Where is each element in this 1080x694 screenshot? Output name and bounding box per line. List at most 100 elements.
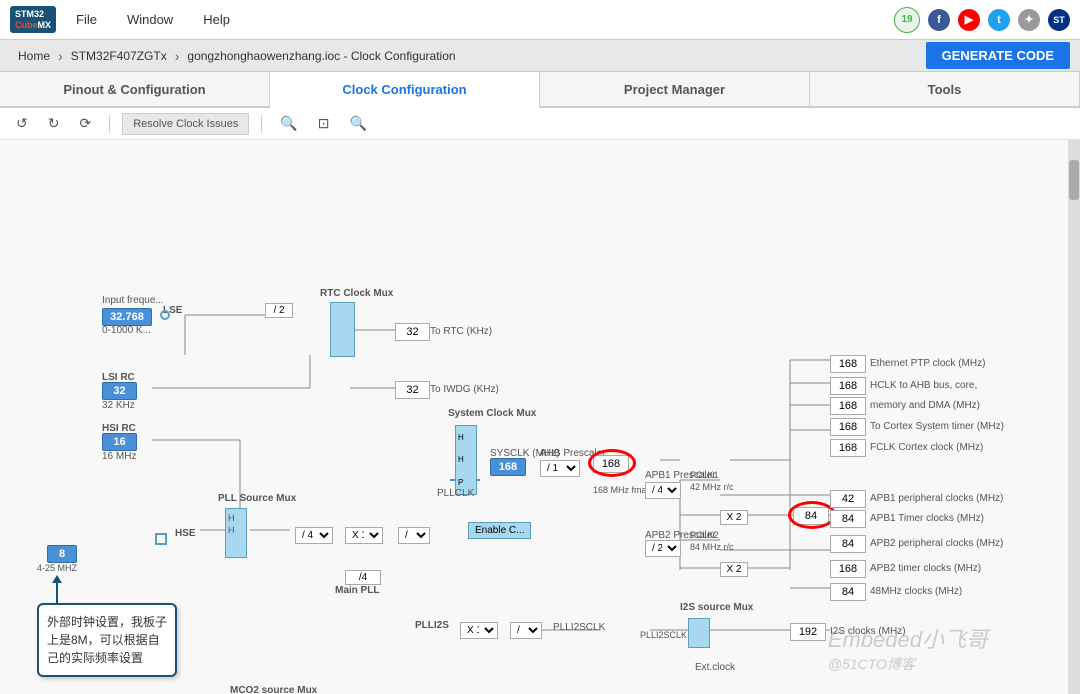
pclk1-label: PCLK1	[690, 470, 719, 480]
hsi-rc-value[interactable]: 16	[102, 433, 137, 451]
twitter-icon[interactable]: t	[988, 9, 1010, 31]
refresh-button[interactable]: ⟳	[73, 113, 97, 134]
apb1-x2: X 2	[720, 510, 748, 525]
i2s-source-mux-label: I2S source Mux	[680, 602, 753, 613]
menu-bar: File Window Help	[76, 12, 894, 27]
breadcrumb-home[interactable]: Home	[10, 49, 58, 63]
apb1-timer-label: APB1 Timer clocks (MHz)	[870, 513, 984, 524]
apb1-div-select[interactable]: / 4	[645, 482, 681, 499]
zoom-in-button[interactable]: 🔍	[274, 113, 303, 134]
pll-m-select[interactable]: / 4	[295, 527, 333, 544]
apb1-timer-red-circle	[788, 501, 836, 529]
enable-c-button[interactable]: Enable C...	[468, 522, 531, 539]
resolve-clock-button[interactable]: Resolve Clock Issues	[122, 113, 249, 135]
fit-button[interactable]: ⊡	[312, 113, 336, 134]
st-icon[interactable]: ST	[1048, 9, 1070, 31]
tab-tools[interactable]: Tools	[810, 72, 1080, 106]
fmax-label: 168 MHz fmax	[593, 485, 651, 495]
hclk-ahb2-label: memory and DMA (MHz)	[870, 400, 980, 411]
plli2s-label: PLLI2S	[415, 620, 449, 631]
input-freq-value[interactable]: 32.768	[102, 308, 152, 326]
rtc-mux-box[interactable]	[330, 302, 355, 357]
pll-option: P	[456, 478, 476, 487]
breadcrumb-file: gongzhonghaowenzhang.ioc - Clock Configu…	[179, 49, 463, 63]
breadcrumb-bar: Home › STM32F407ZGTx › gongzhonghaowenzh…	[0, 40, 1080, 72]
apb1-mhz-label: 42 MHz r/c	[690, 482, 734, 492]
scrollbar-thumb[interactable]	[1069, 160, 1079, 200]
tab-clock[interactable]: Clock Configuration	[270, 72, 540, 108]
tab-project[interactable]: Project Manager	[540, 72, 810, 106]
apb2-timer-label: APB2 timer clocks (MHz)	[870, 563, 981, 574]
network-icon[interactable]: ✦	[1018, 9, 1040, 31]
pll-p-select[interactable]: / 2	[398, 527, 430, 544]
breadcrumb-device[interactable]: STM32F407ZGTx	[63, 49, 175, 63]
menu-window[interactable]: Window	[127, 12, 173, 27]
toolbar-separator	[109, 115, 110, 133]
menu-file[interactable]: File	[76, 12, 97, 27]
fclk-cortex-val: 168	[830, 439, 866, 457]
input-freq-label: Input freque...	[102, 295, 164, 306]
plli2s-n-select[interactable]: X 1...	[460, 622, 498, 639]
social-icons: 19 f ▶ t ✦ ST	[894, 7, 1070, 33]
annotation-text: 外部时钟设置，我板子上是8M，可以根据自己的实际频率设置	[47, 613, 167, 667]
toolbar: ↺ ↻ ⟳ Resolve Clock Issues 🔍 ⊡ 🔍	[0, 108, 1080, 140]
youtube-icon[interactable]: ▶	[958, 9, 980, 31]
pclk2-label: PCLK2	[690, 530, 719, 540]
pll-source-mux-label: PLL Source Mux	[218, 493, 296, 504]
freq-range-label: 0-1000 K...	[102, 325, 151, 336]
apb1-timer-out-val: 84	[830, 510, 866, 528]
apb2-div-select[interactable]: / 2	[645, 540, 681, 557]
48mhz-label: 48MHz clocks (MHz)	[870, 586, 962, 597]
scrollbar[interactable]	[1068, 140, 1080, 694]
hclk-red-circle	[588, 449, 636, 477]
system-mux-box[interactable]: H H P	[455, 425, 477, 495]
i2s-mux-box[interactable]	[688, 618, 710, 648]
annotation-box: 外部时钟设置，我板子上是8M，可以根据自己的实际频率设置	[37, 603, 177, 677]
plli2sclk-label: PLLI2SCLK	[553, 622, 605, 633]
fclk-cortex-label: FCLK Cortex clock (MHz)	[870, 442, 983, 453]
apb2-peripheral-label: APB2 peripheral clocks (MHz)	[870, 538, 1003, 549]
ethernet-ptp-val: 168	[830, 355, 866, 373]
cortex-system-val: 168	[830, 418, 866, 436]
apb2-mhz-label: 84 MHz r/c	[690, 542, 734, 552]
menu-help[interactable]: Help	[203, 12, 230, 27]
i2s-clocks-val: 192	[790, 623, 826, 641]
pll-n-select[interactable]: X 1...	[345, 527, 383, 544]
mco2-source-mux-label: MCO2 source Mux	[230, 685, 317, 694]
cortex-system-label: To Cortex System timer (MHz)	[870, 421, 1004, 432]
logo-area: STM32 CubeMX	[10, 6, 56, 34]
facebook-icon[interactable]: f	[928, 9, 950, 31]
tab-pinout[interactable]: Pinout & Configuration	[0, 72, 270, 106]
stm32-logo: STM32 CubeMX	[10, 6, 56, 34]
ahb-div-select[interactable]: / 1	[540, 460, 580, 477]
main-pll-label: Main PLL	[335, 585, 379, 596]
zoom-out-button[interactable]: 🔍	[344, 113, 373, 134]
tab-bar: Pinout & Configuration Clock Configurati…	[0, 72, 1080, 108]
diagram-area: Input freque... 32.768 0-1000 K... LSE L…	[0, 140, 1068, 694]
hclk-ahb-val: 168	[830, 377, 866, 395]
pllclk-label: PLLCLK	[437, 488, 474, 499]
hse-option: H	[456, 455, 476, 464]
redo-button[interactable]: ↻	[42, 113, 66, 134]
lsi-rc-value[interactable]: 32	[102, 382, 137, 400]
ext-clock-label: Ext.clock	[695, 662, 735, 673]
ethernet-ptp-label: Ethernet PTP clock (MHz)	[870, 358, 985, 369]
pll-hse-option: H	[228, 525, 235, 535]
hse-input-value[interactable]: 8	[47, 545, 77, 563]
generate-code-button[interactable]: GENERATE CODE	[926, 42, 1070, 69]
hsi-freq-label: 16 MHz	[102, 451, 136, 462]
top-bar: STM32 CubeMX File Window Help 19 f ▶ t ✦…	[0, 0, 1080, 40]
hclk-ahb-label: HCLK to AHB bus, core,	[870, 380, 977, 391]
hse-label: HSE	[175, 528, 196, 539]
hsi-option: H	[456, 433, 476, 442]
48mhz-val: 84	[830, 583, 866, 601]
sysclk-value[interactable]: 168	[490, 458, 526, 476]
hse-div2[interactable]: / 2	[265, 303, 293, 318]
to-iwdg-label: To IWDG (KHz)	[430, 384, 499, 395]
watermark: Embeded小飞哥 @51CTO博客	[828, 622, 988, 674]
pll-hsi-option: H	[228, 513, 235, 523]
undo-button[interactable]: ↺	[10, 113, 34, 134]
plli2sclk-arrow: PLLI2SCLK	[640, 630, 687, 640]
freq-4-25-label: 4-25 MHZ	[37, 563, 77, 573]
plli2s-r-select[interactable]: / 2	[510, 622, 542, 639]
